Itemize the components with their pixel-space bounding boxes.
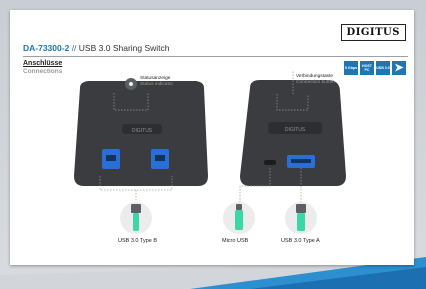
usb-a-caption: USB 3.0 Type A <box>281 238 320 244</box>
connection-button-callout: Verbindungstaste Connection button <box>296 74 335 86</box>
switch-side-view <box>240 80 346 186</box>
micro-usb-plug-icon <box>223 202 255 234</box>
device-brand-right: DIGITUS <box>285 127 306 133</box>
status-indicator-callout: Statusanzeige Status indicator <box>140 76 173 88</box>
micro-usb-caption: Micro USB <box>222 238 249 244</box>
status-indicator-label-en: Status indicator <box>140 82 174 87</box>
usb-b-caption: USB 3.0 Type B <box>118 238 158 244</box>
connection-button-label-en: Connection button <box>296 80 335 85</box>
usb-b-plug-icon <box>120 202 152 234</box>
product-illustration: DIGITUS DIGITUS <box>74 70 346 234</box>
micro-usb-port-icon <box>264 160 276 165</box>
product-card: DIGITUS DA-73300-2 // USB 3.0 Sharing Sw… <box>10 10 414 265</box>
usb-a-plug-icon <box>285 202 317 234</box>
device-brand-left: DIGITUS <box>132 128 153 134</box>
